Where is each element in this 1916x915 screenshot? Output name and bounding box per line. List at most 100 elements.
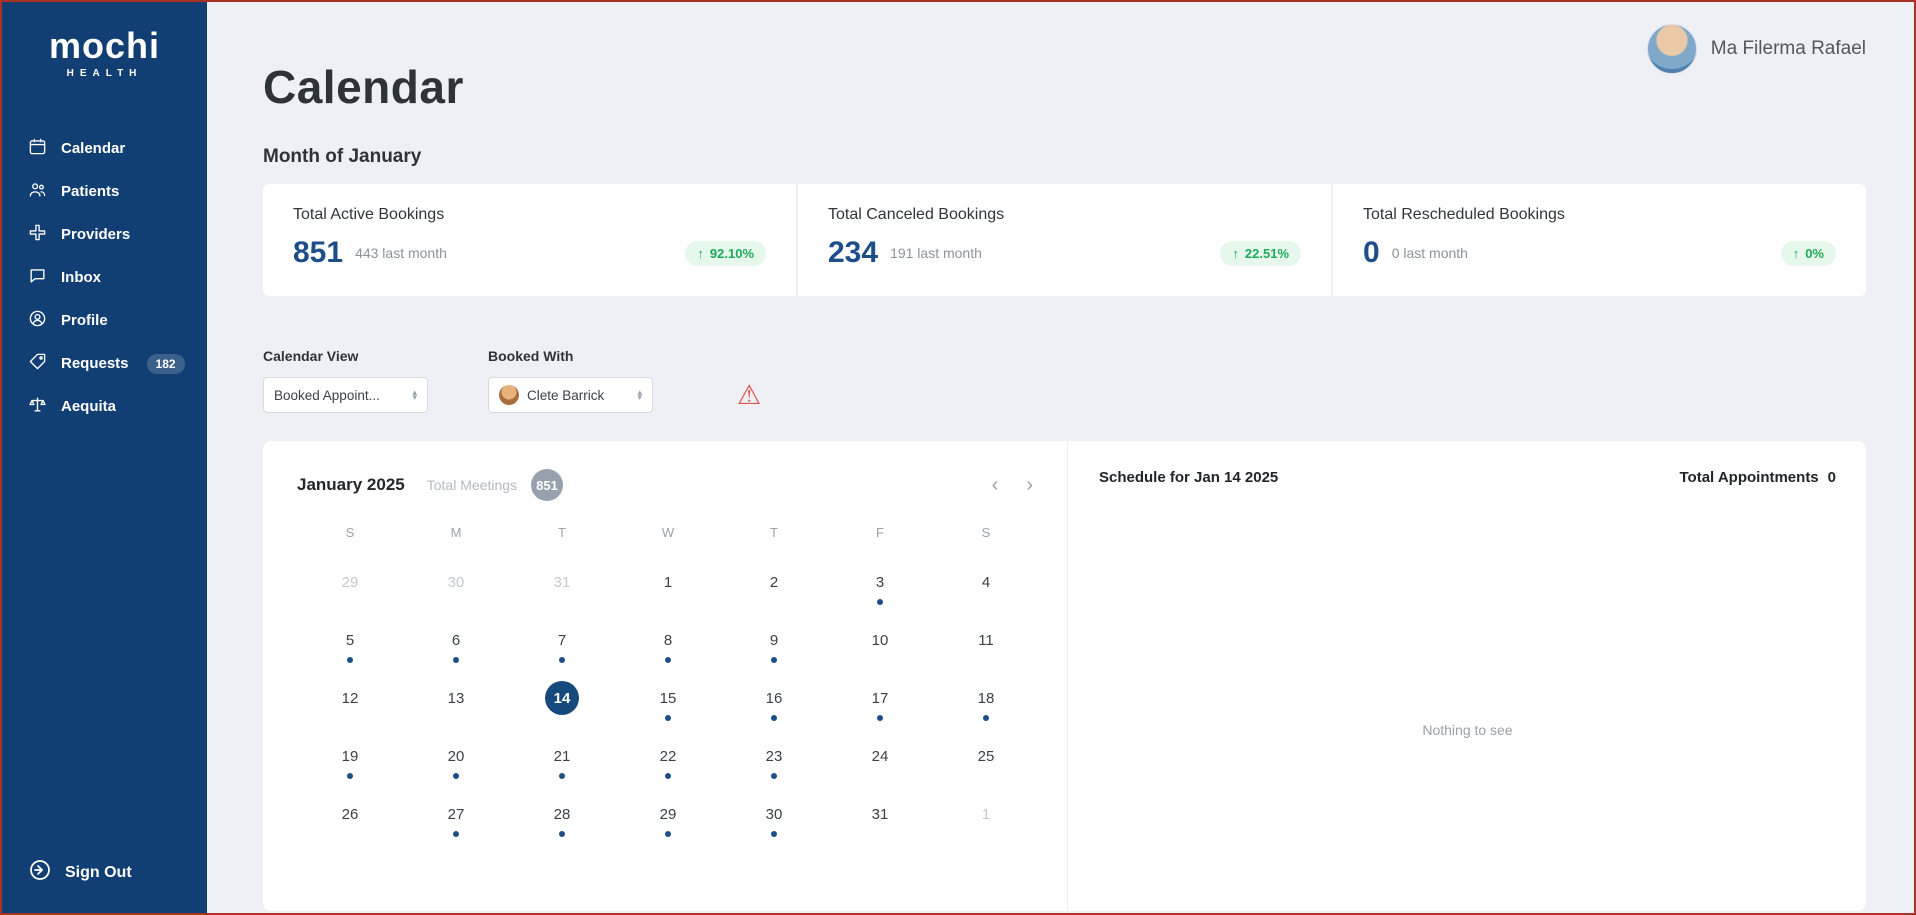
meeting-dot bbox=[453, 657, 459, 663]
meeting-dot bbox=[559, 657, 565, 663]
booked-with-select[interactable]: Clete Barrick ▴ ▾ bbox=[488, 377, 653, 413]
page-subtitle: Month of January bbox=[263, 146, 422, 167]
sidebar-item-providers[interactable]: Providers bbox=[2, 213, 207, 256]
calendar-day-number: 1 bbox=[663, 573, 673, 591]
stat-card: Total Rescheduled Bookings 0 0 last month ↑… bbox=[1333, 184, 1866, 296]
calendar-day[interactable]: 27 bbox=[403, 797, 509, 855]
total-appointments-label: Total Appointments bbox=[1679, 469, 1819, 486]
stat-delta-value: 22.51% bbox=[1244, 245, 1289, 261]
calendar-day-number: 15 bbox=[659, 689, 677, 707]
meeting-dot bbox=[559, 773, 565, 779]
stat-value-row: 234 191 last month ↑ 22.51% bbox=[828, 236, 1301, 270]
stat-card: Total Canceled Bookings 234 191 last month… bbox=[798, 184, 1333, 296]
calendar-day[interactable]: 15 bbox=[615, 681, 721, 739]
calendar-day[interactable]: 17 bbox=[827, 681, 933, 739]
logo-title: mochi bbox=[48, 25, 160, 66]
calendar-day[interactable]: 21 bbox=[509, 739, 615, 797]
calendar-day-number: 6 bbox=[451, 631, 461, 649]
stat-value: 851 bbox=[293, 236, 344, 269]
calendar-day[interactable]: 2 bbox=[721, 565, 827, 623]
stat-label: Total Active Bookings bbox=[293, 206, 445, 223]
calendar-day-number: 8 bbox=[663, 631, 673, 649]
calendar-header: January 2025 Total Meetings 851 ‹ › bbox=[297, 469, 1059, 501]
calendar-day[interactable]: 28 bbox=[509, 797, 615, 855]
booked-with-filter: Booked With Clete Barrick ▴ ▾ bbox=[488, 348, 653, 413]
calendar-day[interactable]: 16 bbox=[721, 681, 827, 739]
calendar-day[interactable]: 18 bbox=[933, 681, 1039, 739]
calendar-day-number: 5 bbox=[345, 631, 355, 649]
stat-value: 234 bbox=[828, 236, 879, 269]
sidebar-item-inbox[interactable]: Inbox bbox=[2, 256, 207, 299]
user-chip[interactable]: Ma Filerma Rafael bbox=[1646, 24, 1866, 74]
calendar-day[interactable]: 25 bbox=[933, 739, 1039, 797]
sidebar-item-requests[interactable]: Requests 182 bbox=[2, 342, 207, 385]
calendar-day[interactable]: 10 bbox=[827, 623, 933, 681]
calendar-day[interactable]: 30 bbox=[721, 797, 827, 855]
calendar-day[interactable]: 11 bbox=[933, 623, 1039, 681]
total-meetings-badge: 851 bbox=[531, 469, 564, 501]
calendar-day-number: 7 bbox=[557, 631, 567, 649]
meeting-dot bbox=[665, 715, 671, 721]
stat-label: Total Rescheduled Bookings bbox=[1363, 206, 1565, 223]
calendar-day[interactable]: 1 bbox=[615, 565, 721, 623]
meeting-dot bbox=[877, 715, 883, 721]
next-month-button[interactable]: › bbox=[1026, 474, 1033, 497]
aequita-icon bbox=[28, 395, 47, 418]
calendar-day[interactable]: 26 bbox=[297, 797, 403, 855]
calendar-day-number: 26 bbox=[341, 805, 359, 823]
empty-state-text: Nothing to see bbox=[1422, 722, 1513, 738]
calendar-day-selected[interactable]: 14 bbox=[509, 681, 615, 739]
total-meetings-label: Total Meetings bbox=[426, 477, 518, 493]
sidebar-item-label: Calendar bbox=[61, 140, 126, 157]
sidebar-item-calendar[interactable]: Calendar bbox=[2, 127, 207, 170]
app-logo: mochi HEALTH bbox=[2, 2, 207, 80]
sidebar-item-patients[interactable]: Patients bbox=[2, 170, 207, 213]
prev-month-button[interactable]: ‹ bbox=[992, 474, 999, 497]
calendar-day[interactable]: 6 bbox=[403, 623, 509, 681]
calendar-day[interactable]: 3 bbox=[827, 565, 933, 623]
calendar-day[interactable]: 30 bbox=[403, 565, 509, 623]
calendar-day[interactable]: 31 bbox=[827, 797, 933, 855]
schedule-title: Schedule for Jan 14 2025 bbox=[1099, 469, 1279, 486]
calendar-view-select[interactable]: Booked Appoint... ▴ ▾ bbox=[263, 377, 428, 413]
stat-label: Total Canceled Bookings bbox=[828, 206, 1005, 223]
meeting-dot bbox=[453, 831, 459, 837]
calendar-day-number: 14 bbox=[545, 681, 579, 715]
calendar-nav: ‹ › bbox=[992, 474, 1059, 497]
calendar-day[interactable]: 19 bbox=[297, 739, 403, 797]
page-title: Calendar bbox=[263, 61, 464, 113]
calendar-day-header: F bbox=[876, 525, 884, 540]
calendar-day[interactable]: 29 bbox=[615, 797, 721, 855]
meeting-dot bbox=[877, 599, 883, 605]
sidebar-item-profile[interactable]: Profile bbox=[2, 299, 207, 342]
requests-icon bbox=[28, 352, 47, 375]
calendar-day[interactable]: 9 bbox=[721, 623, 827, 681]
calendar-day[interactable]: 1 bbox=[933, 797, 1039, 855]
calendar-day[interactable]: 20 bbox=[403, 739, 509, 797]
calendar-day[interactable]: 31 bbox=[509, 565, 615, 623]
sign-out-button[interactable]: Sign Out bbox=[28, 858, 132, 887]
sidebar-item-label: Inbox bbox=[61, 269, 101, 286]
calendar-view-value: Booked Appoint... bbox=[274, 387, 380, 403]
calendar-day-header: T bbox=[770, 525, 778, 540]
main-content: Ma Filerma Rafael Calendar Month of Janu… bbox=[207, 2, 1914, 913]
calendar-day-number: 11 bbox=[978, 631, 994, 649]
calendar-day[interactable]: 7 bbox=[509, 623, 615, 681]
calendar-day-number: 29 bbox=[341, 573, 359, 591]
warning-icon[interactable]: ⚠ bbox=[737, 380, 761, 413]
stat-delta-badge: ↑ 22.51% bbox=[1220, 240, 1301, 266]
total-appointments-value: 0 bbox=[1827, 469, 1836, 486]
calendar-day[interactable]: 22 bbox=[615, 739, 721, 797]
calendar-day[interactable]: 13 bbox=[403, 681, 509, 739]
calendar-day[interactable]: 8 bbox=[615, 623, 721, 681]
calendar-day[interactable]: 23 bbox=[721, 739, 827, 797]
sidebar-item-aequita[interactable]: Aequita bbox=[2, 385, 207, 428]
app-viewport: mochi HEALTH Calendar Patients Providers In… bbox=[0, 0, 1916, 915]
calendar-day[interactable]: 24 bbox=[827, 739, 933, 797]
calendar-day[interactable]: 29 bbox=[297, 565, 403, 623]
calendar-grid: S M T W T F S 29 30 31 1 2 3 4 5 6 7 8 9 10 11 12 13 14 15 16 17 18… bbox=[297, 525, 1039, 855]
calendar-day[interactable]: 12 bbox=[297, 681, 403, 739]
meeting-dot bbox=[771, 715, 777, 721]
calendar-day[interactable]: 5 bbox=[297, 623, 403, 681]
calendar-day[interactable]: 4 bbox=[933, 565, 1039, 623]
